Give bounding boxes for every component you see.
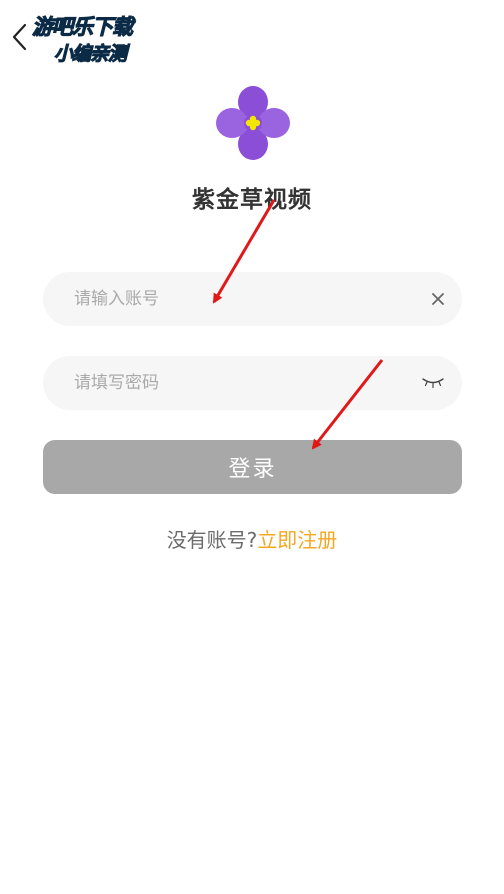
register-link[interactable]: 立即注册 bbox=[257, 528, 337, 552]
purple-flower-logo bbox=[216, 86, 290, 160]
register-row: 没有账号?立即注册 bbox=[0, 524, 504, 553]
login-button[interactable]: 登录 bbox=[43, 440, 462, 494]
watermark: 游吧乐下载 小编亲测 bbox=[32, 15, 138, 66]
register-prompt: 没有账号? bbox=[166, 528, 258, 552]
close-icon bbox=[432, 293, 444, 305]
watermark-line1: 游吧乐下载 bbox=[32, 15, 136, 39]
app-title: 紫金草视频 bbox=[192, 187, 312, 213]
password-visibility-toggle[interactable] bbox=[422, 356, 444, 410]
password-input[interactable] bbox=[43, 356, 462, 410]
account-input[interactable] bbox=[43, 272, 462, 326]
watermark-line2: 小编亲测 bbox=[54, 43, 131, 65]
eye-closed-icon bbox=[422, 378, 444, 389]
clear-button[interactable] bbox=[432, 272, 444, 326]
password-field[interactable] bbox=[43, 356, 462, 410]
account-field[interactable] bbox=[43, 272, 462, 326]
